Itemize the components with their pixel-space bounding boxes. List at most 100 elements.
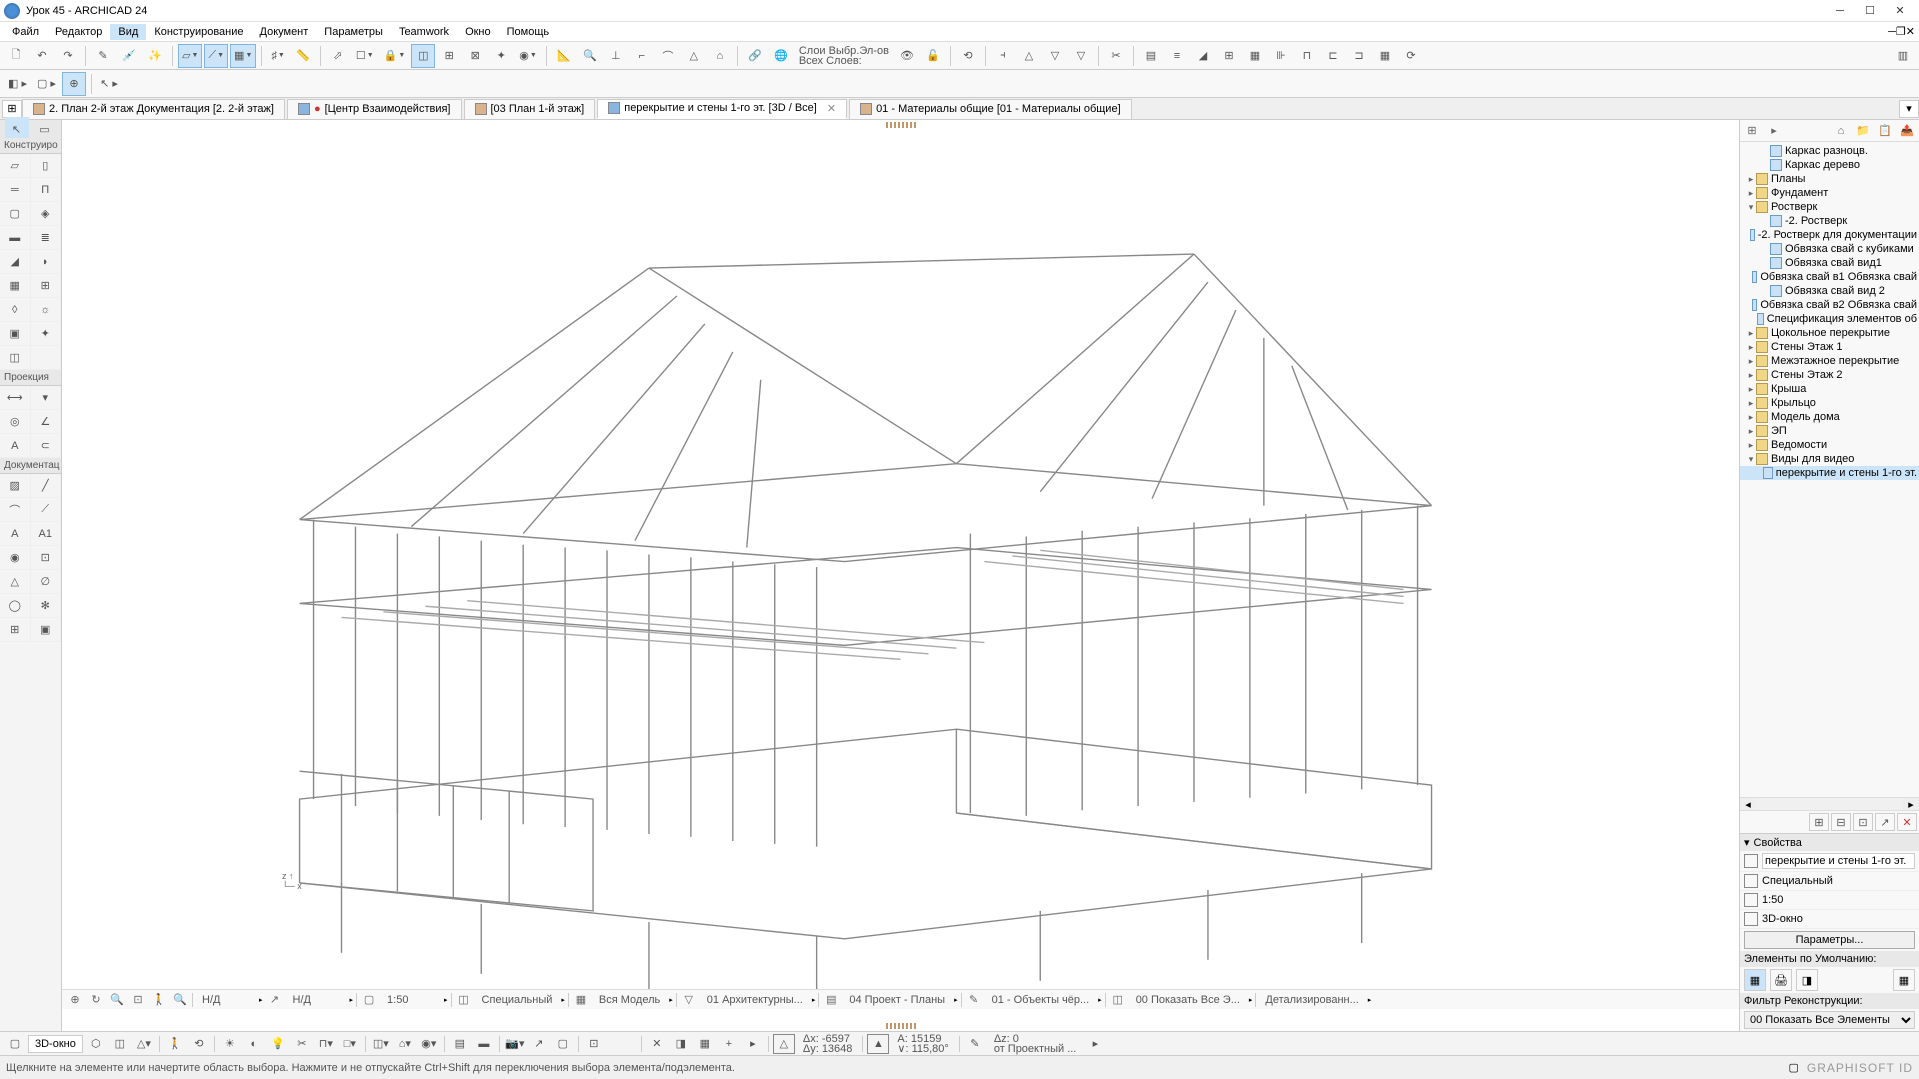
close-window-button[interactable]: ✕ — [1885, 1, 1915, 21]
cb-view-icon[interactable]: ▢ — [4, 1034, 26, 1054]
menu-params[interactable]: Параметры — [316, 24, 391, 40]
3d-viewport[interactable]: z ↑└─ x — [62, 120, 1739, 1031]
cb-persp-icon[interactable]: △▾ — [133, 1034, 155, 1054]
curtain-tool[interactable]: ⊞ — [31, 274, 62, 298]
text-tool[interactable]: A — [0, 434, 31, 458]
default-icon-2[interactable]: 🖨 — [1770, 969, 1792, 991]
graphisoft-logo[interactable]: GRAPHISOFT ID — [1807, 1061, 1913, 1075]
label2-tool[interactable]: A1 — [31, 522, 62, 546]
cb-camera-icon[interactable]: 📷▾ — [504, 1034, 526, 1054]
eyedropper-button[interactable]: ✎ — [91, 44, 115, 68]
tree-item[interactable]: Обвязка свай вид1 — [1740, 256, 1919, 270]
cb-shade-icon[interactable]: ◐ — [243, 1034, 265, 1054]
cb-trace1-icon[interactable]: ◨ — [670, 1034, 692, 1054]
tb-button-7[interactable]: ⌒ — [656, 44, 680, 68]
maximize-button[interactable]: ☐ — [1855, 1, 1885, 21]
skylight-tool[interactable]: ◈ — [31, 202, 62, 226]
arrow-button[interactable]: ⬀ — [326, 44, 350, 68]
ruler-button[interactable]: 📏 — [291, 44, 315, 68]
tb2-button-1[interactable]: ◧ ▸ — [4, 72, 31, 96]
cb-cut-icon[interactable]: ✂ — [291, 1034, 313, 1054]
door-tool[interactable]: ▢ — [0, 202, 31, 226]
filter-select[interactable]: 00 Показать Все Элементы — [1744, 1011, 1915, 1029]
qb-show-icon[interactable]: ◫ — [1109, 991, 1127, 1009]
tb-ext-2[interactable]: ≡ — [1165, 44, 1189, 68]
qb-nav-icon[interactable]: ↻ — [87, 991, 105, 1009]
menu-help[interactable]: Помощь — [499, 24, 558, 40]
syringe-button[interactable]: 💉 — [117, 44, 141, 68]
tree-item[interactable]: ▸Фундамент — [1740, 186, 1919, 200]
qb-scale-icon[interactable]: ▢ — [360, 991, 378, 1009]
cb-trace2-icon[interactable]: ▦ — [694, 1034, 716, 1054]
tb-button-1[interactable]: ⊞ — [437, 44, 461, 68]
tree-item[interactable]: -2. Ростверк для документации — [1740, 228, 1919, 242]
qb-show[interactable]: 00 Показать Все Э... — [1130, 994, 1246, 1006]
qb-scale[interactable]: 1:50 — [381, 994, 441, 1006]
tree-item[interactable]: Спецификация элементов об — [1740, 312, 1919, 326]
cb-render3-icon[interactable]: ◉▾ — [418, 1034, 440, 1054]
tree-item[interactable]: Каркас дерево — [1740, 158, 1919, 172]
tb-ext-8[interactable]: ⊏ — [1321, 44, 1345, 68]
window-tool[interactable]: Π — [31, 178, 62, 202]
menu-document[interactable]: Документ — [252, 24, 317, 40]
tb-ext-11[interactable]: ⟳ — [1399, 44, 1423, 68]
tree-item[interactable]: Обвязка свай в2 Обвязка свай — [1740, 298, 1919, 312]
column-tool[interactable]: ▯ — [31, 154, 62, 178]
zone-tool[interactable]: ▣ — [0, 322, 31, 346]
angle-tool[interactable]: ∠ — [31, 410, 62, 434]
tb-button-8[interactable]: △ — [682, 44, 706, 68]
wall-tool[interactable]: ▱ — [0, 154, 31, 178]
cb-snapshot-icon[interactable]: ▢ — [552, 1034, 574, 1054]
redo-button[interactable]: ↷ — [56, 44, 80, 68]
zoom-button[interactable]: 🔍 — [578, 44, 602, 68]
tb-button-6[interactable]: ⌐ — [630, 44, 654, 68]
tb-ext-4[interactable]: ⊞ — [1217, 44, 1241, 68]
opening-tool[interactable]: ◫ — [0, 346, 31, 370]
doc-restore-button[interactable]: ❐ — [1896, 25, 1906, 38]
qb-fit-icon[interactable]: ⊡ — [129, 991, 147, 1009]
cb-render1-icon[interactable]: ◫▾ — [370, 1034, 392, 1054]
tb-button-5[interactable]: ⊥ — [604, 44, 628, 68]
section-button[interactable]: ✂ — [1104, 44, 1128, 68]
tree-item[interactable]: ▸Ведомости — [1740, 438, 1919, 452]
beam-tool[interactable]: ═ — [0, 178, 31, 202]
tree-item[interactable]: ▸Модель дома — [1740, 410, 1919, 424]
nav-publish-icon[interactable]: 📤 — [1897, 122, 1917, 140]
tree-item[interactable]: -2. Ростверк — [1740, 214, 1919, 228]
morph-tool[interactable]: ◊ — [0, 298, 31, 322]
cb-light-icon[interactable]: 💡 — [267, 1034, 289, 1054]
cb-trace3-icon[interactable]: + — [718, 1034, 740, 1054]
tb-ext-7[interactable]: ⊓ — [1295, 44, 1319, 68]
cb-export-icon[interactable]: ↗ — [528, 1034, 550, 1054]
tb-ext-10[interactable]: ▦ — [1373, 44, 1397, 68]
figure-tool[interactable]: ▣ — [31, 618, 62, 642]
cb-cube-icon[interactable]: ◫ — [109, 1034, 131, 1054]
nav-btn-2[interactable]: ▸ — [1764, 122, 1784, 140]
nav-folder-icon[interactable]: 📁 — [1853, 122, 1873, 140]
tb2-button-2[interactable]: ▢ ▸ — [33, 72, 60, 96]
tb-button-9[interactable]: ⌂ — [708, 44, 732, 68]
menu-teamwork[interactable]: Teamwork — [391, 24, 457, 40]
tree-item[interactable]: Обвязка свай вид 2 — [1740, 284, 1919, 298]
cb-close-icon[interactable]: ✕ — [646, 1034, 668, 1054]
lamp-tool[interactable]: ✦ — [31, 322, 62, 346]
view-button[interactable]: ☐▼ — [352, 44, 378, 68]
tb2-arrow-button[interactable]: ↖ ▸ — [97, 72, 121, 96]
radial-tool[interactable]: ◎ — [0, 410, 31, 434]
nav-action-1[interactable]: ⊞ — [1809, 813, 1829, 831]
tree-item[interactable]: ▸Стены Этаж 1 — [1740, 340, 1919, 354]
qb-objects-icon[interactable]: ✎ — [965, 991, 983, 1009]
dimension-tool[interactable]: ⟷ — [0, 386, 31, 410]
lock-button[interactable]: 🔒▼ — [380, 44, 410, 68]
tree-item[interactable]: Обвязка свай в1 Обвязка свай — [1740, 270, 1919, 284]
status-icon[interactable]: ▢ — [1788, 1061, 1798, 1074]
tb-ext-6[interactable]: ⊪ — [1269, 44, 1293, 68]
tab-nav-button[interactable]: ▾ — [1899, 100, 1919, 118]
nav-btn-1[interactable]: ⊞ — [1742, 122, 1762, 140]
cb-angle-icon[interactable]: ▲ — [867, 1034, 889, 1054]
cb-coord-icon[interactable]: △ — [773, 1034, 795, 1054]
tree-item[interactable]: ▸ЭП — [1740, 424, 1919, 438]
tb-button-4[interactable]: ◉▼ — [515, 44, 541, 68]
stair-tool[interactable]: ≣ — [31, 226, 62, 250]
text2-tool[interactable]: A — [0, 522, 31, 546]
